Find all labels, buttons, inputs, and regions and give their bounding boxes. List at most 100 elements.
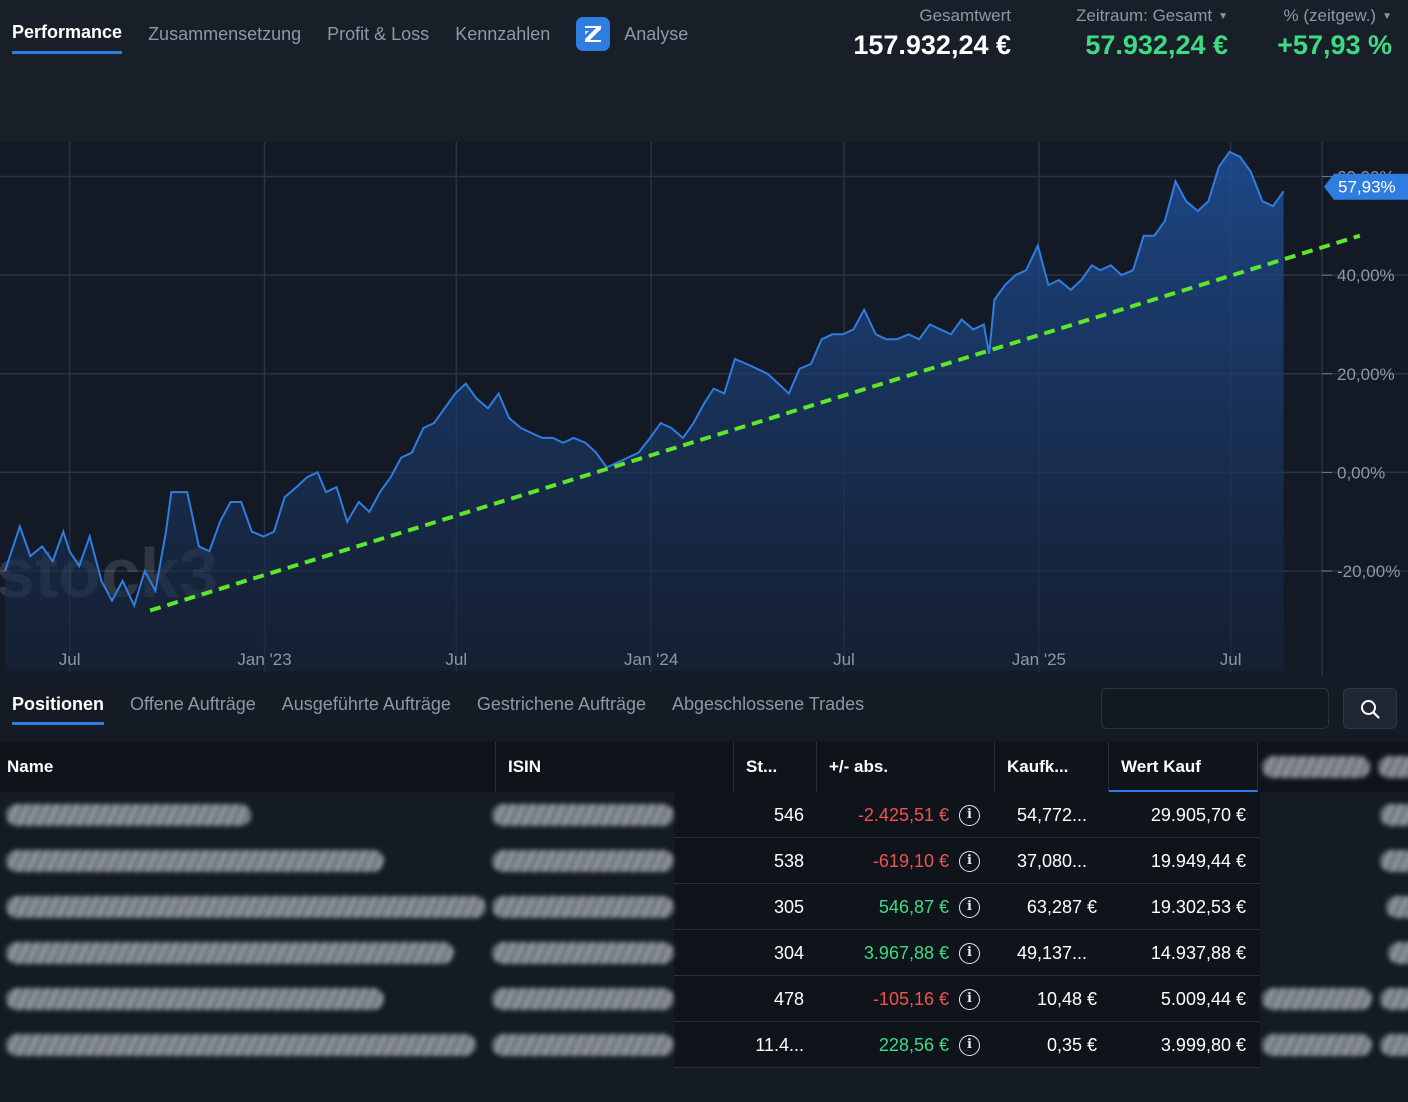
table-row[interactable]: 11.4... 228,56 € i 0,35 € 3.999,80 €: [0, 1022, 1408, 1068]
redacted-value: [1388, 942, 1408, 964]
search-button[interactable]: [1343, 688, 1397, 729]
performance-chart[interactable]: stock3 60,00%40,00%20,00%0,00%-20,00% Ju…: [0, 142, 1408, 675]
table-row[interactable]: 305 546,87 € i 63,287 € 19.302,53 €: [0, 884, 1408, 930]
cell-wert-kauf: 19.949,44 €: [1150, 851, 1246, 871]
tab-analyse-label: Analyse: [624, 23, 689, 44]
cell-abs: -619,10 €: [872, 851, 949, 871]
redacted-name: [6, 942, 454, 964]
cell-wert-kauf: 3.999,80 €: [1160, 1035, 1246, 1055]
info-icon[interactable]: i: [959, 989, 980, 1010]
analyse-logo-icon: [576, 17, 611, 51]
chevron-down-icon: ▼: [1218, 11, 1228, 22]
cell-kaufkurs: 63,287 €: [1026, 897, 1097, 917]
redacted-name: [6, 896, 486, 918]
tab-positionen[interactable]: Positionen: [12, 694, 105, 725]
top-bar: Performance Zusammensetzung Profit & Los…: [0, 0, 1408, 142]
tab-performance[interactable]: Performance: [12, 22, 123, 54]
redacted-value: [1380, 1034, 1408, 1056]
chart-area: [5, 151, 1284, 671]
info-icon[interactable]: i: [959, 943, 980, 964]
positions-table: Name ISIN St... +/- abs. Kaufk... Wert K…: [0, 742, 1408, 1102]
x-tick-label: Jul: [1220, 650, 1242, 669]
table-row[interactable]: 538 -619,10 € i 37,080... 19.949,44 €: [0, 838, 1408, 884]
redacted-isin: [492, 1034, 674, 1056]
redacted-isin: [492, 942, 674, 964]
redacted-value: [1262, 1034, 1372, 1056]
redacted-column-header: [1378, 756, 1408, 778]
redacted-value: [1380, 988, 1408, 1010]
tab-profit-loss[interactable]: Profit & Loss: [327, 24, 429, 53]
current-value-label: 57,93%: [1338, 178, 1396, 197]
cell-abs: 3.967,88 €: [863, 943, 949, 963]
cell-abs: -105,16 €: [872, 989, 949, 1009]
table-row[interactable]: 304 3.967,88 € i 49,137... 14.937,88 €: [0, 930, 1408, 976]
tab-abgeschlossene-trades[interactable]: Abgeschlossene Trades: [672, 694, 864, 725]
tab-offene-auftraege[interactable]: Offene Aufträge: [130, 694, 256, 725]
y-tick-label: -20,00%: [1337, 562, 1400, 581]
y-tick-label: 0,00%: [1337, 463, 1385, 482]
cell-kaufkurs: 54,772...: [1016, 805, 1087, 825]
column-header-isin[interactable]: ISIN: [496, 742, 734, 792]
main-tabs: Performance Zusammensetzung Profit & Los…: [12, 17, 714, 54]
redacted-value: [1380, 850, 1408, 872]
pct-label: % (zeitgew.): [1283, 6, 1377, 25]
redacted-isin: [492, 988, 674, 1010]
cell-kaufkurs: 0,35 €: [1046, 1035, 1097, 1055]
search-icon: [1361, 699, 1380, 719]
tab-zusammensetzung[interactable]: Zusammensetzung: [148, 24, 301, 53]
cell-kaufkurs: 37,080...: [1016, 851, 1087, 871]
zeitraum-dropdown[interactable]: Zeitraum: Gesamt ▼: [1040, 6, 1228, 26]
cell-abs: -2.425,51 €: [857, 805, 949, 825]
cell-abs: 546,87 €: [878, 897, 949, 917]
pct-value: +57,93 %: [1277, 30, 1392, 60]
table-row[interactable]: 546 -2.425,51 € i 54,772... 29.905,70 €: [0, 792, 1408, 838]
x-tick-label: Jan '23: [237, 650, 291, 669]
cell-stueck: 546: [773, 805, 804, 825]
chevron-down-icon: ▼: [1382, 11, 1392, 22]
cell-kaufkurs: 49,137...: [1016, 943, 1087, 963]
redacted-isin: [492, 850, 674, 872]
redacted-column-header: [1262, 756, 1370, 778]
zeitraum-label: Zeitraum: Gesamt: [1076, 6, 1213, 25]
positions-tabs: Positionen Offene Aufträge Ausgeführte A…: [12, 694, 890, 725]
pct-dropdown[interactable]: % (zeitgew.) ▼: [1250, 6, 1393, 26]
table-header: Name ISIN St... +/- abs. Kaufk... Wert K…: [0, 742, 1408, 792]
info-icon[interactable]: i: [959, 1035, 980, 1056]
info-icon[interactable]: i: [959, 897, 980, 918]
search-input[interactable]: [1101, 688, 1329, 729]
table-row[interactable]: 478 -105,16 € i 10,48 € 5.009,44 €: [0, 976, 1408, 1022]
column-header-stueck[interactable]: St...: [734, 742, 817, 792]
column-header-abs[interactable]: +/- abs.: [817, 742, 995, 792]
redacted-value: [1262, 988, 1372, 1010]
gesamtwert-label: Gesamtwert: [919, 6, 1011, 25]
cell-stueck: 538: [773, 851, 804, 871]
zeitraum-stat[interactable]: Zeitraum: Gesamt ▼ 57.932,24 €: [1040, 6, 1228, 61]
column-header-kaufkurs[interactable]: Kaufk...: [995, 742, 1109, 792]
cell-wert-kauf: 5.009,44 €: [1160, 989, 1246, 1009]
tab-gestrichene-auftraege[interactable]: Gestrichene Aufträge: [477, 694, 646, 725]
pct-stat[interactable]: % (zeitgew.) ▼ +57,93 %: [1250, 6, 1392, 61]
gesamtwert-value: 157.932,24 €: [853, 30, 1011, 60]
column-header-name[interactable]: Name: [0, 742, 496, 792]
performance-chart-svg: stock3 60,00%40,00%20,00%0,00%-20,00% Ju…: [0, 142, 1408, 675]
cell-wert-kauf: 29.905,70 €: [1150, 805, 1246, 825]
x-tick-label: Jan '25: [1012, 650, 1066, 669]
redacted-name: [6, 988, 384, 1010]
x-tick-label: Jan '24: [624, 650, 678, 669]
cell-kaufkurs: 10,48 €: [1036, 989, 1097, 1009]
column-header-wert-kauf[interactable]: Wert Kauf: [1109, 742, 1258, 792]
redacted-isin: [492, 804, 674, 826]
x-tick-label: Jul: [833, 650, 855, 669]
redacted-name: [6, 1034, 476, 1056]
zeitraum-value: 57.932,24 €: [1085, 30, 1228, 60]
info-icon[interactable]: i: [959, 851, 980, 872]
tab-kennzahlen[interactable]: Kennzahlen: [455, 24, 550, 53]
tab-ausgefuehrte-auftraege[interactable]: Ausgeführte Aufträge: [282, 694, 451, 725]
cell-stueck: 11.4...: [755, 1035, 804, 1055]
x-tick-label: Jul: [445, 650, 467, 669]
info-icon[interactable]: i: [959, 805, 980, 826]
tab-analyse[interactable]: Analyse: [576, 17, 714, 51]
cell-wert-kauf: 19.302,53 €: [1150, 897, 1246, 917]
redacted-isin: [492, 896, 674, 918]
x-tick-label: Jul: [59, 650, 81, 669]
